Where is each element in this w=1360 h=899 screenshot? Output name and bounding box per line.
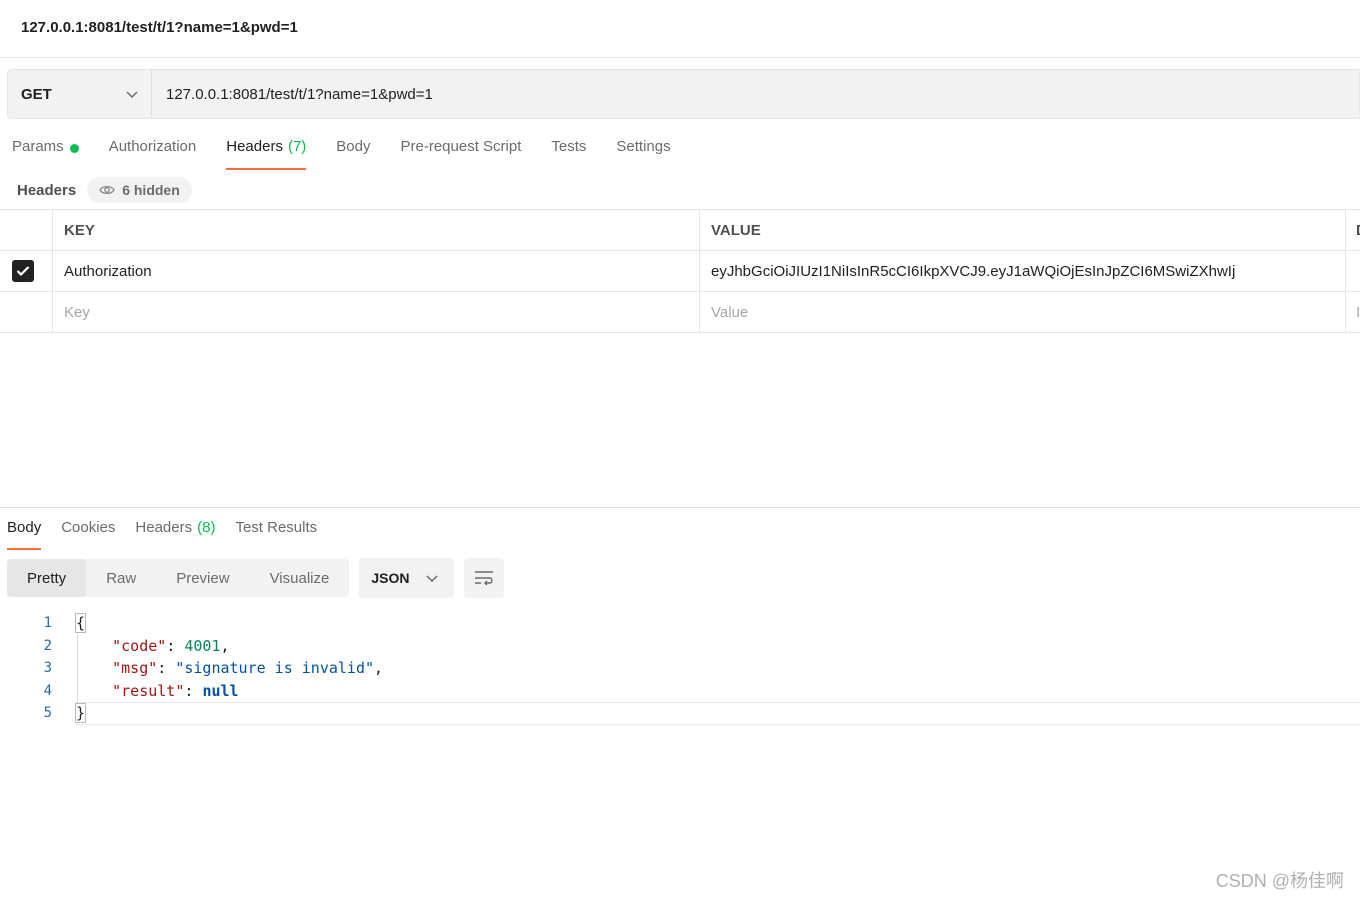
hidden-headers-toggle[interactable]: 6 hidden	[87, 177, 192, 203]
tab-authorization[interactable]: Authorization	[109, 138, 197, 170]
tab-response-cookies-label: Cookies	[61, 519, 116, 536]
view-visualize[interactable]: Visualize	[250, 559, 350, 597]
check-icon	[16, 266, 30, 277]
tab-response-headers-count: (8)	[197, 519, 216, 536]
code-line: 3 "msg": "signature is invalid",	[0, 657, 1360, 680]
json-value-result: null	[202, 681, 239, 700]
format-label: JSON	[371, 570, 410, 586]
eye-icon	[99, 185, 115, 195]
code-text: "code": 4001,	[112, 636, 230, 655]
new-key-input[interactable]: Key	[53, 292, 700, 332]
code-line-current: 5 }	[0, 702, 1360, 725]
code-line: 2 "code": 4001,	[0, 635, 1360, 658]
response-tabs: Body Cookies Headers (8) Test Results	[7, 519, 337, 550]
tab-authorization-label: Authorization	[108, 138, 197, 155]
url-bar: GET	[7, 69, 1360, 119]
view-pretty[interactable]: Pretty	[7, 559, 87, 597]
tab-headers-count: (7)	[287, 138, 307, 155]
tab-tests[interactable]: Tests	[551, 138, 586, 170]
tab-response-body-label: Body	[7, 519, 42, 536]
wrap-lines-icon	[475, 571, 494, 586]
view-mode-selector: Pretty Raw Preview Visualize	[7, 559, 350, 597]
view-preview[interactable]: Preview	[156, 559, 249, 597]
table-row: Authorization eyJhbGciOiJIUzI1NiIsInR5cC…	[0, 251, 1360, 292]
header-value-cell[interactable]: eyJhbGciOiJIUzI1NiIsInR5cCI6IkpXVCJ9.eyJ…	[700, 251, 1346, 291]
response-panel: Body Cookies Headers (8) Test Results Pre…	[0, 507, 1360, 899]
tab-response-cookies[interactable]: Cookies	[61, 519, 115, 550]
url-input[interactable]	[152, 70, 1359, 118]
response-toolbar: Pretty Raw Preview Visualize JSON	[7, 558, 505, 598]
tab-prerequest-script[interactable]: Pre-request Script	[401, 138, 522, 170]
json-value-code: 4001	[184, 636, 221, 655]
header-description-cell[interactable]	[1346, 251, 1360, 291]
request-title-bar: 127.0.0.1:8081/test/t/1?name=1&pwd=1	[0, 0, 1360, 58]
tab-prerequest-label: Pre-request Script	[400, 138, 522, 155]
json-key-msg: "msg"	[112, 659, 158, 678]
headers-subheader: Headers 6 hidden	[17, 177, 192, 203]
hidden-headers-label: 6 hidden	[122, 182, 180, 198]
json-value-msg: "signature is invalid"	[175, 659, 375, 678]
column-header-key: KEY	[53, 210, 700, 250]
request-tabs: Params Authorization Headers (7) Body Pre…	[12, 138, 701, 170]
code-text: "result": null	[112, 681, 239, 700]
tab-params-label: Params	[12, 138, 64, 155]
params-indicator-dot	[69, 144, 79, 153]
tab-headers[interactable]: Headers (7)	[226, 138, 307, 170]
tab-body-label: Body	[336, 138, 371, 155]
line-number: 4	[43, 682, 52, 699]
view-raw[interactable]: Raw	[86, 559, 156, 597]
tab-tests-label: Tests	[551, 138, 587, 155]
column-header-value: VALUE	[700, 210, 1346, 250]
response-code-editor[interactable]: 1 { 2 "code": 4001, 3 "msg": "signature …	[0, 612, 1360, 725]
tab-headers-label: Headers	[226, 138, 283, 155]
chevron-down-icon	[426, 575, 438, 583]
tab-response-headers[interactable]: Headers (8)	[135, 519, 215, 550]
line-number: 2	[43, 637, 52, 654]
new-description-input[interactable]: I	[1346, 292, 1360, 332]
tab-response-headers-label: Headers	[135, 519, 193, 536]
code-line: 4 "result": null	[0, 680, 1360, 703]
row-checkbox-cell-empty	[0, 292, 53, 332]
method-label: GET	[21, 85, 52, 103]
line-number: 5	[43, 705, 52, 722]
headers-section-label: Headers	[17, 181, 77, 199]
row-checkbox-cell	[0, 251, 53, 291]
current-line-highlight	[76, 702, 1360, 725]
tab-body[interactable]: Body	[336, 138, 370, 170]
tab-test-results[interactable]: Test Results	[235, 519, 317, 550]
open-brace: {	[74, 613, 87, 634]
wrap-lines-button[interactable]	[464, 558, 505, 598]
column-header-description: D	[1346, 210, 1360, 250]
table-header-row: KEY VALUE D	[0, 210, 1360, 251]
line-number: 3	[43, 660, 52, 677]
tab-settings-label: Settings	[616, 138, 671, 155]
header-key-cell[interactable]: Authorization	[53, 251, 700, 291]
table-header-checkbox-cell	[0, 210, 53, 250]
tab-response-body[interactable]: Body	[7, 519, 42, 550]
tab-settings[interactable]: Settings	[616, 138, 670, 170]
chevron-down-icon	[126, 91, 138, 99]
method-select[interactable]: GET	[8, 70, 152, 118]
watermark: CSDN @杨佳啊	[1215, 871, 1344, 891]
table-row-new: Key Value I	[0, 292, 1360, 333]
headers-table: KEY VALUE D Authorization eyJhbGciOiJIUz…	[0, 209, 1360, 333]
row-enabled-checkbox[interactable]	[12, 260, 34, 282]
json-key-result: "result"	[112, 681, 185, 700]
code-text: "msg": "signature is invalid",	[112, 659, 384, 678]
code-text: {	[74, 613, 87, 634]
new-value-input[interactable]: Value	[700, 292, 1346, 332]
tab-test-results-label: Test Results	[235, 519, 318, 536]
tab-params[interactable]: Params	[12, 138, 79, 170]
json-key-code: "code"	[112, 636, 167, 655]
format-select[interactable]: JSON	[359, 558, 455, 598]
request-title[interactable]: 127.0.0.1:8081/test/t/1?name=1&pwd=1	[21, 19, 298, 36]
code-line: 1 {	[0, 612, 1360, 635]
line-number: 1	[43, 615, 52, 632]
